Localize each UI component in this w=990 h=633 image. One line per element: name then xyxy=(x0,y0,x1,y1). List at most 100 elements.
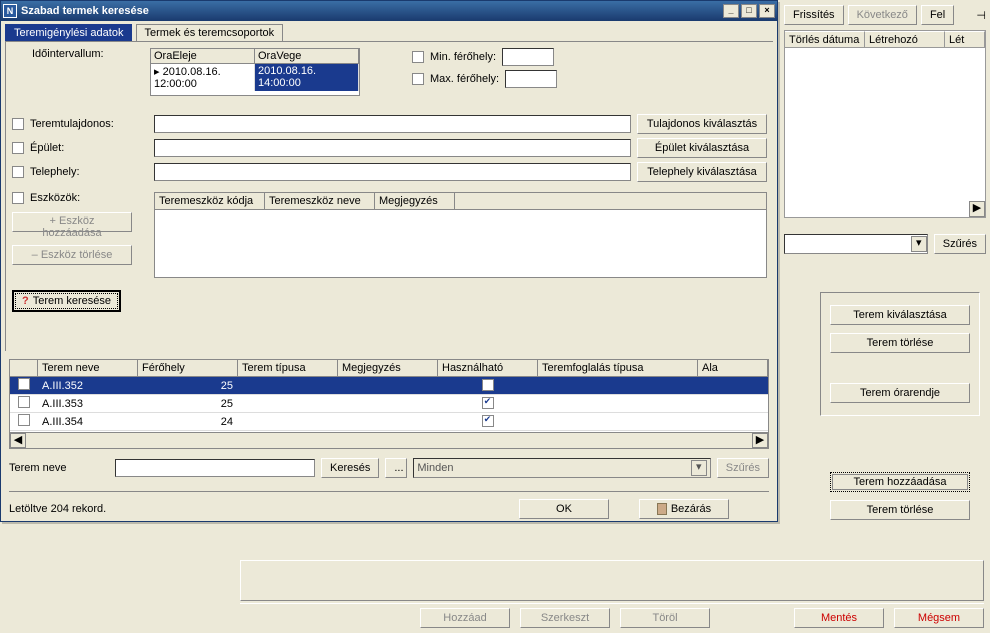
max-cap-input[interactable] xyxy=(505,70,557,88)
header-delete-date[interactable]: Törlés dátuma xyxy=(785,31,865,47)
interval-end-value: 2010.08.16. 14:00:00 xyxy=(255,64,359,91)
delete-room-button-1[interactable]: Terem törlése xyxy=(830,333,970,353)
search-input[interactable] xyxy=(115,459,315,477)
table-row[interactable]: A.III.354 24 xyxy=(10,413,768,431)
bottom-frame xyxy=(240,560,984,601)
interval-label: Időintervallum: xyxy=(12,48,144,60)
pin-icon[interactable]: ⊣ xyxy=(976,9,986,22)
tool-header-code: Teremeszköz kódja xyxy=(155,193,265,209)
building-input[interactable] xyxy=(154,139,631,157)
owner-checkbox[interactable] xyxy=(12,118,24,130)
site-label: Telephely: xyxy=(30,166,148,178)
question-icon: ? xyxy=(22,295,29,307)
search-button[interactable]: Keresés xyxy=(321,458,379,478)
window-title: Szabad termek keresése xyxy=(21,5,149,17)
building-select-button[interactable]: Épület kiválasztása xyxy=(637,138,767,158)
delete-button[interactable]: Töröl xyxy=(620,608,710,628)
max-cap-checkbox[interactable] xyxy=(412,73,424,85)
header-note[interactable]: Megjegyzés xyxy=(338,360,438,376)
cell-cap: 24 xyxy=(138,415,238,429)
header-capacity[interactable]: Férőhely xyxy=(138,360,238,376)
status-text: Letöltve 204 rekord. xyxy=(9,503,106,515)
building-label: Épület: xyxy=(30,142,148,154)
scroll-left-icon[interactable]: ◀ xyxy=(10,433,26,448)
close-button[interactable]: × xyxy=(759,4,775,18)
owner-select-button[interactable]: Tulajdonos kiválasztás xyxy=(637,114,767,134)
scroll-right-icon[interactable]: ▶ xyxy=(969,201,985,217)
room-schedule-button[interactable]: Terem órarendje xyxy=(830,383,970,403)
door-icon xyxy=(657,503,667,515)
header-let[interactable]: Lét xyxy=(945,31,985,47)
delete-tool-button[interactable]: – Eszköz törlése xyxy=(12,245,132,265)
next-button[interactable]: Következő xyxy=(848,5,917,25)
right-grid-body: ▶ xyxy=(784,48,986,218)
right-column-headers: Törlés dátuma Létrehozó Lét xyxy=(784,30,986,48)
app-icon: N xyxy=(3,4,17,18)
edit-button[interactable]: Szerkeszt xyxy=(520,608,610,628)
row-checkbox[interactable] xyxy=(18,378,30,390)
delete-room-button-2[interactable]: Terem törlése xyxy=(830,500,970,520)
tools-label: Eszközök: xyxy=(30,192,80,204)
cell-cap: 25 xyxy=(138,379,238,393)
scroll-right-icon[interactable]: ▶ xyxy=(752,433,768,448)
header-room-type[interactable]: Terem típusa xyxy=(238,360,338,376)
interval-start-value: ▸ 2010.08.16. 12:00:00 xyxy=(151,64,255,91)
owner-label: Teremtulajdonos: xyxy=(30,118,148,130)
header-usable[interactable]: Használható xyxy=(438,360,538,376)
table-row[interactable]: A.III.353 25 xyxy=(10,395,768,413)
cancel-button[interactable]: Mégsem xyxy=(894,608,984,628)
up-button[interactable]: Fel xyxy=(921,5,954,25)
site-checkbox[interactable] xyxy=(12,166,24,178)
free-rooms-dialog: N Szabad termek keresése _ □ × Teremigén… xyxy=(0,0,778,522)
header-ala[interactable]: Ala xyxy=(698,360,768,376)
titlebar: N Szabad termek keresése _ □ × xyxy=(1,1,777,21)
maximize-button[interactable]: □ xyxy=(741,4,757,18)
usable-checkbox xyxy=(482,379,494,391)
row-checkbox[interactable] xyxy=(18,414,30,426)
tab-request-data[interactable]: Teremigénylési adatok xyxy=(5,24,132,42)
filter-combo[interactable]: ▾ xyxy=(784,234,928,254)
results-grid[interactable]: Terem neve Férőhely Terem típusa Megjegy… xyxy=(9,359,769,449)
min-cap-checkbox[interactable] xyxy=(412,51,424,63)
header-reservation-type[interactable]: Teremfoglalás típusa xyxy=(538,360,698,376)
save-button[interactable]: Mentés xyxy=(794,608,884,628)
filter-button[interactable]: Szűrés xyxy=(934,234,986,254)
site-select-button[interactable]: Telephely kiválasztása xyxy=(637,162,767,182)
table-row[interactable]: A.III.352 25 xyxy=(10,377,768,395)
tab-rooms-groups[interactable]: Termek és teremcsoportok xyxy=(136,24,284,42)
header-end: OraVege xyxy=(255,49,359,63)
header-room-name[interactable]: Terem neve xyxy=(38,360,138,376)
min-cap-label: Min. férőhely: xyxy=(430,51,496,63)
add-button[interactable]: Hozzáad xyxy=(420,608,510,628)
filter-button-2[interactable]: Szűrés xyxy=(717,458,769,478)
building-checkbox[interactable] xyxy=(12,142,24,154)
cell-name: A.III.354 xyxy=(38,415,138,429)
more-button[interactable]: ... xyxy=(385,458,407,478)
row-checkbox[interactable] xyxy=(18,396,30,408)
header-checkbox[interactable] xyxy=(10,360,38,376)
refresh-button[interactable]: Frissítés xyxy=(784,5,844,25)
add-tool-button[interactable]: + Eszköz hozzáadása xyxy=(12,212,132,232)
site-input[interactable] xyxy=(154,163,631,181)
select-room-button[interactable]: Terem kiválasztása xyxy=(830,305,970,325)
ok-button[interactable]: OK xyxy=(519,499,609,519)
minimize-button[interactable]: _ xyxy=(723,4,739,18)
min-cap-input[interactable] xyxy=(502,48,554,66)
header-creator[interactable]: Létrehozó xyxy=(865,31,945,47)
header-start: OraEleje xyxy=(151,49,255,63)
max-cap-label: Max. férőhely: xyxy=(430,73,499,85)
cell-name: A.III.352 xyxy=(38,379,138,393)
filter-combo-2[interactable]: Minden ▾ xyxy=(413,458,710,478)
chevron-down-icon: ▾ xyxy=(691,460,707,476)
cell-cap: 25 xyxy=(138,397,238,411)
search-room-button[interactable]: ? Terem keresése xyxy=(12,290,121,312)
tools-grid[interactable]: Teremeszköz kódja Teremeszköz neve Megje… xyxy=(154,192,767,278)
interval-grid[interactable]: OraEleje OraVege ▸ 2010.08.16. 12:00:00 … xyxy=(150,48,360,96)
horizontal-scrollbar[interactable]: ◀ ▶ xyxy=(10,432,768,448)
usable-checkbox xyxy=(482,397,494,409)
close-dialog-button[interactable]: Bezárás xyxy=(639,499,729,519)
tools-checkbox[interactable] xyxy=(12,192,24,204)
tool-header-name: Teremeszköz neve xyxy=(265,193,375,209)
add-room-button[interactable]: Terem hozzáadása xyxy=(830,472,970,492)
owner-input[interactable] xyxy=(154,115,631,133)
